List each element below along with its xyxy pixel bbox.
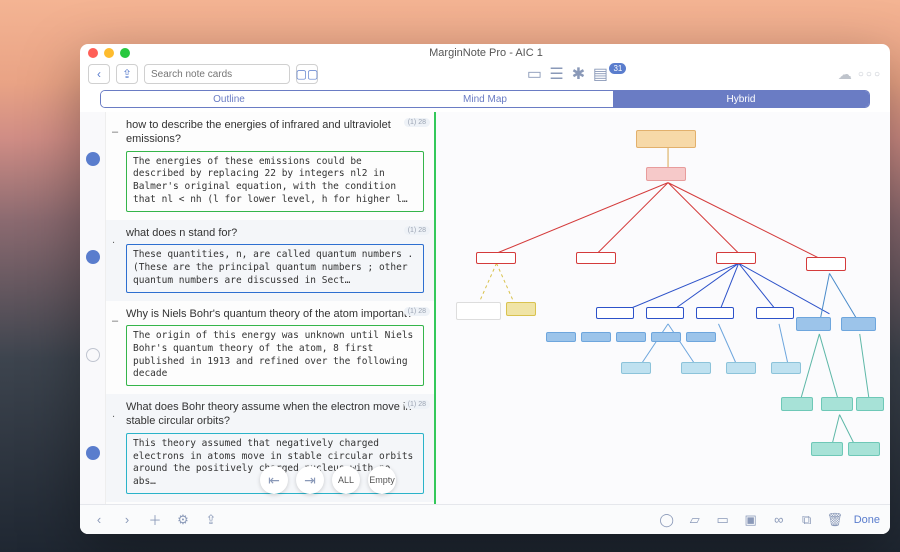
mm-node[interactable] xyxy=(848,442,880,456)
back-button[interactable]: ‹ xyxy=(88,64,110,84)
floating-action-bar: ⇤ ⇥ ALL Empty xyxy=(260,466,396,494)
mm-node[interactable] xyxy=(581,332,611,342)
page-badge: (1) 28 xyxy=(404,400,430,409)
mm-node[interactable] xyxy=(681,362,711,374)
collapse-toggle[interactable]: – xyxy=(112,126,118,138)
card-question: What does Bohr theory assume when the el… xyxy=(126,400,424,429)
review-count-badge: 31 xyxy=(609,63,626,74)
rail-marker[interactable] xyxy=(86,446,100,460)
mm-node[interactable] xyxy=(856,397,884,411)
minimize-traffic-light[interactable] xyxy=(104,48,114,58)
tab-mindmap[interactable]: Mind Map xyxy=(357,91,613,107)
mm-node[interactable] xyxy=(686,332,716,342)
rail-marker[interactable] xyxy=(86,152,100,166)
cards-icon[interactable]: ☰ xyxy=(547,65,565,83)
card-note: The energies of these emissions could be… xyxy=(126,151,424,212)
mm-node[interactable] xyxy=(651,332,681,342)
card-question: what does n stand for? xyxy=(126,226,424,240)
document-icon[interactable]: ▭ xyxy=(525,65,543,83)
mm-node-root[interactable] xyxy=(636,130,696,148)
cloud-sync-icon[interactable]: ☁ xyxy=(838,66,852,83)
mm-node[interactable] xyxy=(781,397,813,411)
chevron-right-icon[interactable]: › xyxy=(118,511,136,529)
mm-node[interactable] xyxy=(771,362,801,374)
tab-hybrid[interactable]: Hybrid xyxy=(613,91,869,107)
mm-node[interactable] xyxy=(811,442,843,456)
rail-marker[interactable] xyxy=(86,250,100,264)
window-title: MarginNote Pro - AIC 1 xyxy=(136,47,836,59)
view-tabs: Outline Mind Map Hybrid xyxy=(100,90,870,108)
done-button[interactable]: Done xyxy=(854,514,880,526)
mm-node[interactable] xyxy=(596,307,634,319)
zoom-traffic-light[interactable] xyxy=(120,48,130,58)
mm-node[interactable] xyxy=(756,307,794,319)
globe-icon[interactable]: ◯ xyxy=(658,511,676,529)
selection-rail xyxy=(80,112,106,504)
note-card[interactable]: – (1) 28 Why is Niels Bohr's quantum the… xyxy=(106,301,434,395)
add-button[interactable]: ＋ xyxy=(146,511,164,529)
card-icon[interactable]: ▭ xyxy=(714,511,732,529)
mm-node[interactable] xyxy=(646,167,686,181)
mm-node[interactable] xyxy=(841,317,876,331)
mm-node[interactable] xyxy=(796,317,831,331)
mm-node[interactable] xyxy=(576,252,616,264)
copy-icon[interactable]: ⧉ xyxy=(798,511,816,529)
page-badge: (1) 28 xyxy=(404,226,430,235)
card-question: how to describe the energies of infrared… xyxy=(126,118,424,147)
mm-node[interactable] xyxy=(506,302,536,316)
outdent-button[interactable]: ⇤ xyxy=(260,466,288,494)
card-question: Why is Niels Bohr's quantum theory of th… xyxy=(126,307,424,321)
group-icon[interactable]: ▣ xyxy=(742,511,760,529)
review-icon[interactable]: ▤ xyxy=(591,65,609,83)
mm-node[interactable] xyxy=(806,257,846,271)
card-note: The origin of this energy was unknown un… xyxy=(126,325,424,386)
share-button[interactable]: ⇪ xyxy=(116,64,138,84)
collapse-toggle[interactable]: . xyxy=(112,234,115,246)
note-card[interactable]: – (1) 28 how to describe the energies of… xyxy=(106,112,434,220)
page-badge: (1) 28 xyxy=(404,118,430,127)
mm-node[interactable] xyxy=(456,302,501,320)
filter-all-button[interactable]: ALL xyxy=(332,466,360,494)
note-card[interactable]: . (1) 28 what does n stand for? These qu… xyxy=(106,220,434,301)
link-icon[interactable]: ∞ xyxy=(770,511,788,529)
mm-node[interactable] xyxy=(621,362,651,374)
tag-icon[interactable]: ▱ xyxy=(686,511,704,529)
filter-empty-button[interactable]: Empty xyxy=(368,466,396,494)
mm-node[interactable] xyxy=(726,362,756,374)
chevron-left-icon[interactable]: ‹ xyxy=(90,511,108,529)
mm-node[interactable] xyxy=(616,332,646,342)
mm-node[interactable] xyxy=(716,252,756,264)
more-menu-icon[interactable]: ○○○ xyxy=(858,69,882,80)
page-badge: (1) 28 xyxy=(404,307,430,316)
tab-outline[interactable]: Outline xyxy=(101,91,357,107)
titlebar: MarginNote Pro - AIC 1 xyxy=(80,44,890,62)
export-icon[interactable]: ⇪ xyxy=(202,511,220,529)
mindmap-icon[interactable]: ✱ xyxy=(569,65,587,83)
mm-node[interactable] xyxy=(646,307,684,319)
bottom-toolbar: ‹ › ＋ ⚙ ⇪ ◯ ▱ ▭ ▣ ∞ ⧉ 🗑 Done xyxy=(80,504,890,534)
toolbar: ‹ ⇪ ▢▢ ▭ ☰ ✱ ▤ 31 ☁ ○○○ xyxy=(80,62,890,90)
close-traffic-light[interactable] xyxy=(88,48,98,58)
card-note: These quantities, n, are called quantum … xyxy=(126,244,424,292)
book-view-button[interactable]: ▢▢ xyxy=(296,64,318,84)
settings-icon[interactable]: ⚙ xyxy=(174,511,192,529)
search-input[interactable] xyxy=(144,64,290,84)
mm-node[interactable] xyxy=(546,332,576,342)
mindmap-panel[interactable] xyxy=(436,112,890,504)
app-window: MarginNote Pro - AIC 1 ‹ ⇪ ▢▢ ▭ ☰ ✱ ▤ 31… xyxy=(80,44,890,534)
trash-icon[interactable]: 🗑 xyxy=(826,511,844,529)
rail-marker[interactable] xyxy=(86,348,100,362)
indent-button[interactable]: ⇥ xyxy=(296,466,324,494)
collapse-toggle[interactable]: . xyxy=(112,408,115,420)
mm-node[interactable] xyxy=(476,252,516,264)
mm-node[interactable] xyxy=(821,397,853,411)
outline-panel: – (1) 28 how to describe the energies of… xyxy=(106,112,436,504)
collapse-toggle[interactable]: – xyxy=(112,315,118,327)
mm-node[interactable] xyxy=(696,307,734,319)
